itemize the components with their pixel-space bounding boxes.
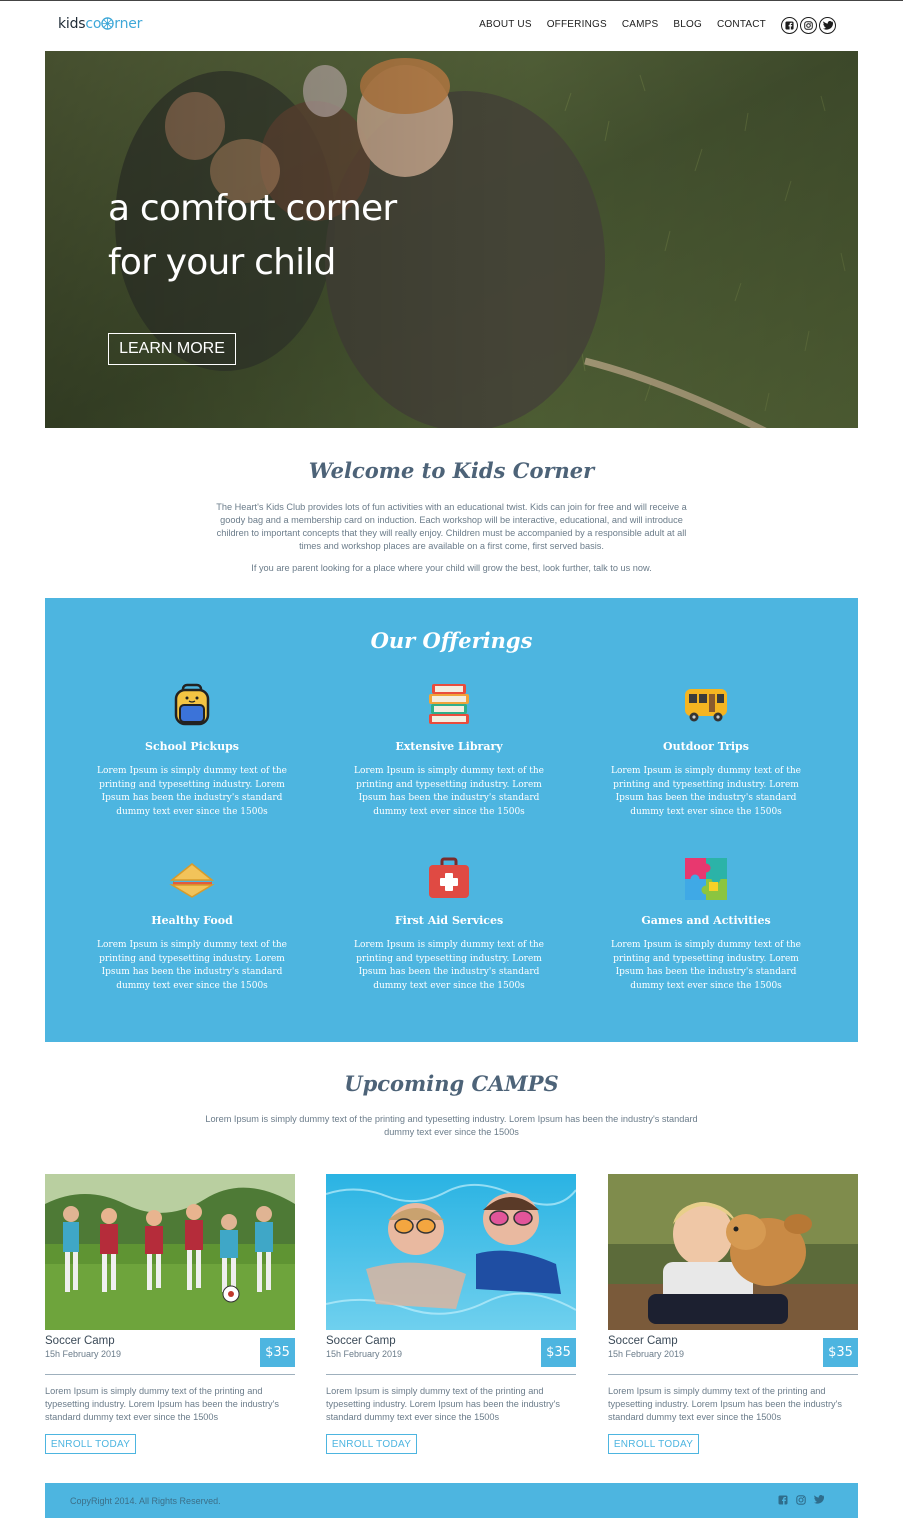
twitter-icon[interactable] bbox=[814, 1495, 824, 1505]
camps-intro: Lorem Ipsum is simply dummy text of the … bbox=[205, 1114, 698, 1137]
footer-social bbox=[778, 1495, 824, 1505]
twitter-icon[interactable] bbox=[819, 17, 836, 34]
offering-text: Lorem Ipsum is simply dummy text of the … bbox=[97, 766, 287, 817]
camps-title: Upcoming CAMPS bbox=[344, 1071, 559, 1096]
bus-icon bbox=[685, 689, 727, 722]
welcome-title: Welcome to Kids Corner bbox=[308, 458, 595, 483]
offerings-title: Our Offerings bbox=[370, 628, 533, 653]
backpack-icon bbox=[174, 683, 210, 726]
offering-title: First Aid Services bbox=[394, 914, 504, 927]
nav-about-us[interactable]: ABOUT US bbox=[479, 19, 532, 30]
divider bbox=[326, 1374, 576, 1375]
copyright-text: CopyRight 2014. All Rights Reserved. bbox=[70, 1496, 221, 1506]
header-social bbox=[781, 17, 836, 34]
camp-description: Lorem Ipsum is simply dummy text of the … bbox=[326, 1386, 560, 1422]
offering-extensive-library: Extensive Library Lorem Ipsum is simply … bbox=[329, 682, 569, 819]
camp-name: Soccer Camp bbox=[608, 1335, 678, 1347]
camp-description: Lorem Ipsum is simply dummy text of the … bbox=[45, 1386, 279, 1422]
logo-wheel-icon bbox=[101, 17, 114, 30]
hero-banner: a comfort corner for your child LEARN MO… bbox=[45, 51, 858, 428]
camp-price-badge: $35 bbox=[541, 1338, 576, 1367]
first-aid-kit-icon bbox=[429, 857, 469, 898]
nav-offerings[interactable]: OFFERINGS bbox=[547, 19, 607, 30]
learn-more-button[interactable]: LEARN MORE bbox=[108, 333, 236, 365]
enroll-today-button[interactable]: ENROLL TODAY bbox=[326, 1434, 417, 1454]
welcome-paragraph: The Heart's Kids Club provides lots of f… bbox=[216, 502, 687, 551]
top-border bbox=[0, 0, 903, 1]
enroll-today-button[interactable]: ENROLL TODAY bbox=[608, 1434, 699, 1454]
offering-text: Lorem Ipsum is simply dummy text of the … bbox=[97, 940, 287, 991]
main-nav: ABOUT US OFFERINGS CAMPS BLOG CONTACT bbox=[479, 19, 766, 30]
offering-first-aid: First Aid Services Lorem Ipsum is simply… bbox=[329, 856, 569, 993]
offering-text: Lorem Ipsum is simply dummy text of the … bbox=[611, 766, 801, 817]
site-header: kidsco rner ABOUT US OFFERINGS CAMPS BLOG… bbox=[45, 8, 858, 44]
camp-description: Lorem Ipsum is simply dummy text of the … bbox=[608, 1386, 842, 1422]
camp-name: Soccer Camp bbox=[326, 1335, 396, 1347]
offering-games-activities: Games and Activities Lorem Ipsum is simp… bbox=[586, 856, 826, 993]
facebook-icon[interactable] bbox=[778, 1495, 788, 1505]
offering-healthy-food: Healthy Food Lorem Ipsum is simply dummy… bbox=[72, 856, 312, 993]
facebook-icon[interactable] bbox=[781, 17, 798, 34]
offering-outdoor-trips: Outdoor Trips Lorem Ipsum is simply dumm… bbox=[586, 682, 826, 819]
nav-blog[interactable]: BLOG bbox=[673, 19, 702, 30]
offering-text: Lorem Ipsum is simply dummy text of the … bbox=[611, 940, 801, 991]
camp-price-badge: $35 bbox=[260, 1338, 295, 1367]
camp-price-badge: $35 bbox=[823, 1338, 858, 1367]
camp-card: Soccer Camp 15h February 2019 $35 Lorem … bbox=[326, 1174, 576, 1454]
camp-card: Soccer Camp 15h February 2019 $35 Lorem … bbox=[608, 1174, 858, 1454]
camp-photo-swimming bbox=[326, 1174, 576, 1330]
offering-title: Healthy Food bbox=[151, 914, 233, 927]
hero-title: a comfort corner for your child bbox=[108, 188, 397, 283]
welcome-paragraph-2: If you are parent looking for a place wh… bbox=[251, 563, 652, 573]
offering-text: Lorem Ipsum is simply dummy text of the … bbox=[354, 766, 544, 817]
books-icon bbox=[429, 684, 469, 724]
offering-title: Games and Activities bbox=[641, 914, 771, 927]
instagram-icon[interactable] bbox=[796, 1495, 806, 1505]
camp-date: 15h February 2019 bbox=[608, 1349, 685, 1359]
offering-title: Outdoor Trips bbox=[663, 740, 749, 753]
puzzle-icon bbox=[685, 858, 727, 900]
divider bbox=[608, 1374, 858, 1375]
nav-contact[interactable]: CONTACT bbox=[717, 19, 766, 30]
camp-name: Soccer Camp bbox=[45, 1335, 115, 1347]
camp-photo-soccer bbox=[45, 1174, 295, 1330]
offering-title: School Pickups bbox=[145, 740, 239, 753]
camp-photo-pets bbox=[608, 1174, 858, 1330]
enroll-today-button[interactable]: ENROLL TODAY bbox=[45, 1434, 136, 1454]
camp-date: 15h February 2019 bbox=[45, 1349, 122, 1359]
nav-camps[interactable]: CAMPS bbox=[622, 19, 659, 30]
offerings-section: Our Offerings School Pickups Lorem Ipsum… bbox=[45, 598, 858, 1042]
offering-title: Extensive Library bbox=[395, 740, 503, 753]
site-footer: CopyRight 2014. All Rights Reserved. bbox=[45, 1483, 858, 1518]
camp-card: Soccer Camp 15h February 2019 $35 Lorem … bbox=[45, 1174, 295, 1454]
instagram-icon[interactable] bbox=[800, 17, 817, 34]
offering-school-pickups: School Pickups Lorem Ipsum is simply dum… bbox=[72, 682, 312, 819]
camp-date: 15h February 2019 bbox=[326, 1349, 403, 1359]
divider bbox=[45, 1374, 295, 1375]
sandwich-icon bbox=[169, 863, 215, 898]
offering-text: Lorem Ipsum is simply dummy text of the … bbox=[354, 940, 544, 991]
logo[interactable]: kidsco rner bbox=[58, 16, 142, 32]
